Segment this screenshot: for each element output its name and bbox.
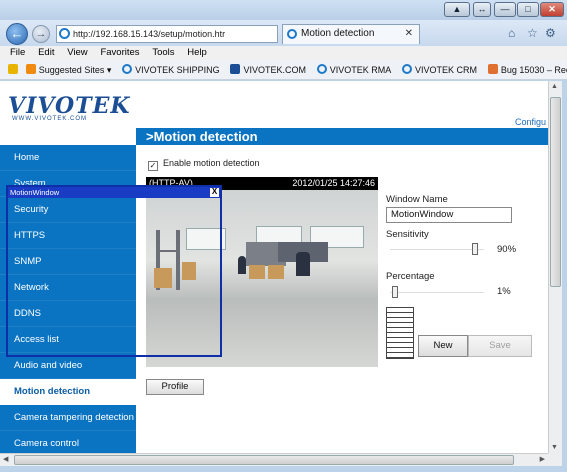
video-timestamp: 2012/01/25 14:27:46: [292, 178, 375, 188]
ie-icon: [287, 29, 297, 39]
motion-window-close-icon[interactable]: X: [210, 188, 219, 197]
back-button[interactable]: ←: [6, 23, 28, 45]
home-icon[interactable]: ⌂: [508, 26, 515, 40]
scroll-up-icon[interactable]: ▲: [551, 83, 558, 90]
fav-label: VIVOTEK CRM: [415, 65, 478, 75]
fav-suggested-sites[interactable]: Suggested Sites ▾: [25, 60, 112, 79]
favorites-star-icon[interactable]: ☆: [527, 26, 538, 40]
scroll-down-icon[interactable]: ▼: [551, 444, 558, 451]
menu-file[interactable]: File: [10, 46, 25, 60]
new-button[interactable]: New: [418, 335, 468, 357]
favorites-star-icon: [8, 64, 18, 74]
address-tools-icon[interactable]: ⚲ ▾ ▦ ↻ ✕: [275, 26, 277, 42]
tab-motion-detection[interactable]: Motion detection ✕: [282, 24, 420, 44]
sensitivity-label: Sensitivity: [386, 229, 429, 240]
address-bar[interactable]: http://192.168.15.143/setup/motion.htr ⚲…: [56, 25, 278, 43]
maximize-button[interactable]: □: [517, 2, 539, 17]
menu-help[interactable]: Help: [187, 46, 207, 60]
suggested-sites-icon: [25, 64, 36, 74]
menu-bar: File Edit View Favorites Tools Help: [0, 46, 567, 60]
page-title: >Motion detection: [136, 128, 548, 145]
vivotek-logo-sub: WWW.VIVOTEK.COM: [12, 116, 87, 122]
fav-label: Bug 15030 – Recording終...: [500, 65, 567, 75]
fav-vivotek-rma[interactable]: VIVOTEK RMA: [316, 60, 392, 79]
ie-page-icon: [122, 64, 133, 74]
sensitivity-value: 90%: [497, 244, 517, 255]
ie-icon: [59, 28, 70, 39]
tab-close-icon[interactable]: ✕: [405, 25, 413, 43]
menu-tools[interactable]: Tools: [152, 46, 174, 60]
save-button[interactable]: Save: [468, 335, 532, 357]
enable-motion-detection[interactable]: ✓ Enable motion detection: [148, 158, 260, 171]
fav-vivotek-shipping[interactable]: VIVOTEK SHIPPING: [122, 60, 220, 79]
fav-label: VIVOTEK RMA: [329, 65, 392, 75]
sidebar-item-camera-control[interactable]: Camera control: [0, 431, 136, 453]
resize-icon[interactable]: ▲: [444, 2, 470, 17]
vertical-scrollbar[interactable]: ▲ ▼: [548, 81, 562, 453]
vertical-scroll-thumb[interactable]: [550, 97, 561, 287]
motion-window-title[interactable]: MotionWindow: [8, 187, 220, 198]
percentage-label: Percentage: [386, 271, 435, 282]
scroll-left-icon[interactable]: ◀: [3, 455, 8, 463]
window-name-input[interactable]: MotionWindow: [386, 207, 512, 223]
scene-person: [296, 252, 310, 276]
horizontal-scrollbar[interactable]: ◀ ▶: [0, 453, 548, 466]
forward-button[interactable]: →: [32, 25, 50, 43]
gear-icon[interactable]: ⚙: [545, 26, 556, 40]
sidebar-item-home[interactable]: Home: [0, 145, 136, 171]
navigation-bar: ← → http://192.168.15.143/setup/motion.h…: [0, 20, 567, 46]
minimize-button[interactable]: —: [494, 2, 516, 17]
percentage-value: 1%: [497, 286, 511, 297]
fav-bug-15030[interactable]: Bug 15030 – Recording終...: [487, 60, 567, 79]
sensitivity-slider-handle[interactable]: [471, 243, 478, 255]
fav-vivotek-crm[interactable]: VIVOTEK CRM: [402, 60, 478, 79]
address-text: http://192.168.15.143/setup/motion.htr: [73, 29, 226, 39]
scrollbar-corner: [548, 453, 562, 466]
enable-motion-label: Enable motion detection: [163, 158, 260, 168]
window-frame: [562, 81, 567, 472]
expand-icon[interactable]: ↔: [473, 2, 491, 17]
percentage-slider-handle[interactable]: [391, 286, 398, 298]
window-name-label: Window Name: [386, 194, 448, 205]
menu-favorites[interactable]: Favorites: [100, 46, 139, 60]
favorites-bar: Suggested Sites ▾ VIVOTEK SHIPPING VIVOT…: [0, 60, 567, 80]
fav-vivotek-com[interactable]: VIVOTEK.COM: [230, 60, 306, 79]
bugzilla-icon: [487, 64, 498, 74]
menu-view[interactable]: View: [67, 46, 87, 60]
motion-level-meter: [386, 307, 414, 359]
sensitivity-slider-track[interactable]: [390, 249, 484, 250]
scene-box: [249, 265, 265, 279]
enable-motion-checkbox[interactable]: ✓: [148, 161, 158, 171]
sidebar-item-motion-detection[interactable]: Motion detection: [0, 379, 136, 405]
fav-label: Suggested Sites ▾: [38, 65, 112, 75]
fav-label: VIVOTEK SHIPPING: [135, 65, 220, 75]
scroll-right-icon[interactable]: ▶: [540, 455, 545, 463]
ie-page-icon: [316, 64, 327, 74]
vivotek-icon: [230, 64, 241, 74]
favorites-bar-star[interactable]: [8, 60, 21, 79]
scene-box: [268, 265, 284, 279]
ie-page-icon: [402, 64, 413, 74]
horizontal-scroll-thumb[interactable]: [14, 455, 514, 465]
profile-button[interactable]: Profile: [146, 379, 204, 395]
close-window-button[interactable]: ✕: [540, 2, 564, 17]
fav-label: VIVOTEK.COM: [243, 65, 306, 75]
window-frame: [0, 466, 567, 472]
sidebar-item-camera-tampering[interactable]: Camera tampering detection: [0, 405, 136, 431]
menu-edit[interactable]: Edit: [38, 46, 54, 60]
configuration-link[interactable]: Configu: [515, 117, 546, 127]
tab-title: Motion detection: [301, 28, 375, 39]
percentage-slider-track[interactable]: [390, 292, 484, 293]
scene-person: [238, 256, 246, 274]
motion-window-overlay[interactable]: MotionWindow X: [6, 185, 222, 357]
window-titlebar: ▲ ↔ — □ ✕: [0, 0, 567, 22]
page-viewport: VIVOTEK WWW.VIVOTEK.COM Configu >Motion …: [0, 81, 548, 453]
